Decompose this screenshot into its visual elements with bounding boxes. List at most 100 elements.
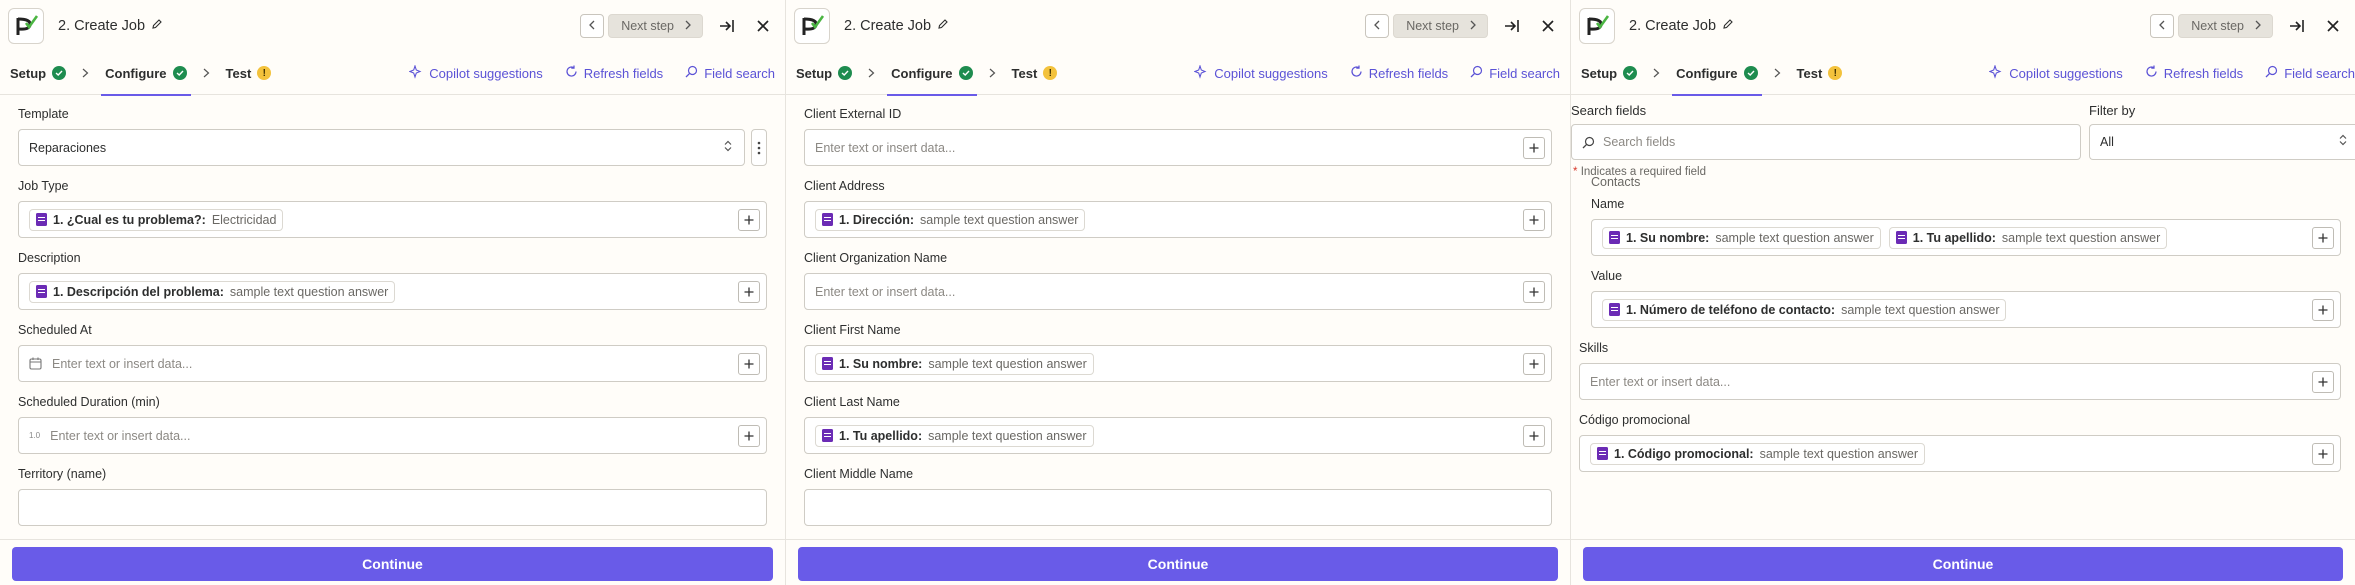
name-input[interactable]: 1. Su nombre: sample text question answer… [1591,219,2341,256]
insert-data-button[interactable] [1523,136,1545,159]
description-input[interactable]: 1. Descripción del problema: sample text … [18,273,767,310]
job-type-input[interactable]: 1. ¿Cual es tu problema?: Electricidad [18,201,767,238]
insert-data-button[interactable] [738,280,760,303]
promo-code-input[interactable]: 1. Código promocional: sample text questi… [1579,435,2341,472]
check-icon [1623,66,1638,80]
data-pill[interactable]: 1. Descripción del problema: sample text … [29,280,396,303]
toolbar: Copilot suggestions Refresh fields Field… [1988,63,2355,82]
pill-key: 1. Código promocional: [1614,446,1754,461]
field-label: Filter by [2089,103,2136,118]
skills-input[interactable]: Enter text or insert data... [1579,363,2341,400]
close-icon[interactable] [1536,14,1560,38]
insert-data-button[interactable] [738,352,760,375]
insert-data-button[interactable] [1523,208,1545,231]
copilot-suggestions-button[interactable]: Copilot suggestions [1988,63,2123,82]
client-address-field: Client Address 1. Dirección: sample text … [804,179,1552,238]
tab-setup[interactable]: Setup [10,52,67,95]
previous-step-button[interactable] [580,14,605,38]
collapse-panel-icon[interactable] [715,14,739,38]
check-icon [1743,66,1758,80]
data-pill[interactable]: 1. Tu apellido: sample text question answ… [815,424,1094,447]
field-search-button[interactable]: Field search [685,65,775,81]
refresh-fields-button[interactable]: Refresh fields [2145,65,2243,81]
step-title[interactable]: 2. Create Job [58,18,163,34]
tab-configure[interactable]: Configure [887,52,977,96]
previous-step-button[interactable] [2150,14,2175,38]
value-input[interactable]: 1. Número de teléfono de contacto: sample… [1591,291,2341,328]
tab-configure[interactable]: Configure [101,52,191,96]
field-label: Template [18,107,69,121]
insert-data-button[interactable] [1523,280,1545,303]
data-pill[interactable]: 1. ¿Cual es tu problema?: Electricidad [29,208,284,231]
more-options-icon[interactable] [751,129,767,166]
data-pill[interactable]: 1. Número de teléfono de contacto: sample… [1602,298,2007,321]
pencil-icon[interactable] [937,18,949,34]
insert-data-button[interactable] [2312,370,2334,393]
template-select[interactable]: Reparaciones [18,129,745,166]
data-pill[interactable]: 1. Dirección: sample text question answer [815,208,1086,231]
toolbar: Copilot suggestions Refresh fields Field… [408,63,775,82]
collapse-panel-icon[interactable] [1500,14,1524,38]
pencil-icon[interactable] [1722,18,1734,34]
pill-key: 1. Número de teléfono de contacto: [1626,302,1836,317]
pencil-icon[interactable] [151,18,163,34]
close-icon[interactable] [751,14,775,38]
tab-setup[interactable]: Setup [1581,52,1638,95]
field-search-button[interactable]: Field search [1470,65,1560,81]
client-last-name-input[interactable]: 1. Tu apellido: sample text question answ… [804,417,1552,454]
next-step-button[interactable]: Next step [2178,14,2273,38]
copilot-suggestions-button[interactable]: Copilot suggestions [1193,63,1328,82]
continue-button[interactable]: Continue [1583,547,2343,581]
description-field: Description 1. Descripción del problema:… [18,251,767,310]
continue-button[interactable]: Continue [12,547,773,581]
tab-test[interactable]: Test! [226,52,272,95]
previous-step-button[interactable] [1365,14,1390,38]
collapse-panel-icon[interactable] [2285,14,2309,38]
google-forms-icon [1609,303,1620,316]
tab-test[interactable]: Test! [1797,52,1843,95]
step-title[interactable]: 2. Create Job [1629,18,1734,34]
client-address-input[interactable]: 1. Dirección: sample text question answer [804,201,1552,238]
warning-icon: ! [1828,66,1843,80]
client-external-id-input[interactable]: Enter text or insert data... [804,129,1552,166]
next-step-button[interactable]: Next step [1393,14,1488,38]
insert-data-button[interactable] [738,424,760,447]
copilot-suggestions-button[interactable]: Copilot suggestions [408,63,543,82]
tab-label: Setup [10,65,47,81]
insert-data-button[interactable] [1523,352,1545,375]
insert-data-button[interactable] [2312,442,2334,465]
filter-select[interactable]: All [2089,124,2355,160]
refresh-icon [1350,65,1363,81]
scheduled-at-input[interactable]: Enter text or insert data... [18,345,767,382]
value-field: Value 1. Número de teléfono de contacto:… [1591,269,2341,328]
refresh-fields-button[interactable]: Refresh fields [1350,65,1448,81]
insert-data-button[interactable] [738,208,760,231]
data-pill[interactable]: 1. Su nombre: sample text question answer [1602,226,1881,249]
insert-data-button[interactable] [1523,424,1545,447]
client-first-name-field: Client First Name 1. Su nombre: sample te… [804,323,1552,382]
tab-test[interactable]: Test! [1012,52,1058,95]
client-first-name-input[interactable]: 1. Su nombre: sample text question answer [804,345,1552,382]
insert-data-button[interactable] [2312,298,2334,321]
sparkle-icon [408,63,423,82]
insert-data-button[interactable] [2312,226,2334,249]
territory-input[interactable] [18,489,767,526]
search-fields-input[interactable]: Search fields [1571,124,2081,160]
client-middle-name-input[interactable] [804,489,1552,526]
client-external-id-field: Client External ID Enter text or insert … [804,107,1552,166]
scheduled-duration-input[interactable]: 1.0 Enter text or insert data... [18,417,767,454]
pill-key: 1. Su nombre: [1626,230,1710,245]
step-title[interactable]: 2. Create Job [844,18,949,34]
data-pill[interactable]: 1. Tu apellido: sample text question answ… [1888,226,2168,249]
refresh-fields-button[interactable]: Refresh fields [565,65,663,81]
field-search-button[interactable]: Field search [2265,65,2355,81]
tab-configure[interactable]: Configure [1672,52,1762,96]
tab-label: Configure [1676,65,1738,81]
tab-setup[interactable]: Setup [796,52,853,95]
continue-button[interactable]: Continue [798,547,1558,581]
data-pill[interactable]: 1. Su nombre: sample text question answer [815,352,1094,375]
next-step-button[interactable]: Next step [608,14,703,38]
close-icon[interactable] [2321,14,2345,38]
client-org-input[interactable]: Enter text or insert data... [804,273,1552,310]
data-pill[interactable]: 1. Código promocional: sample text questi… [1590,442,1926,465]
